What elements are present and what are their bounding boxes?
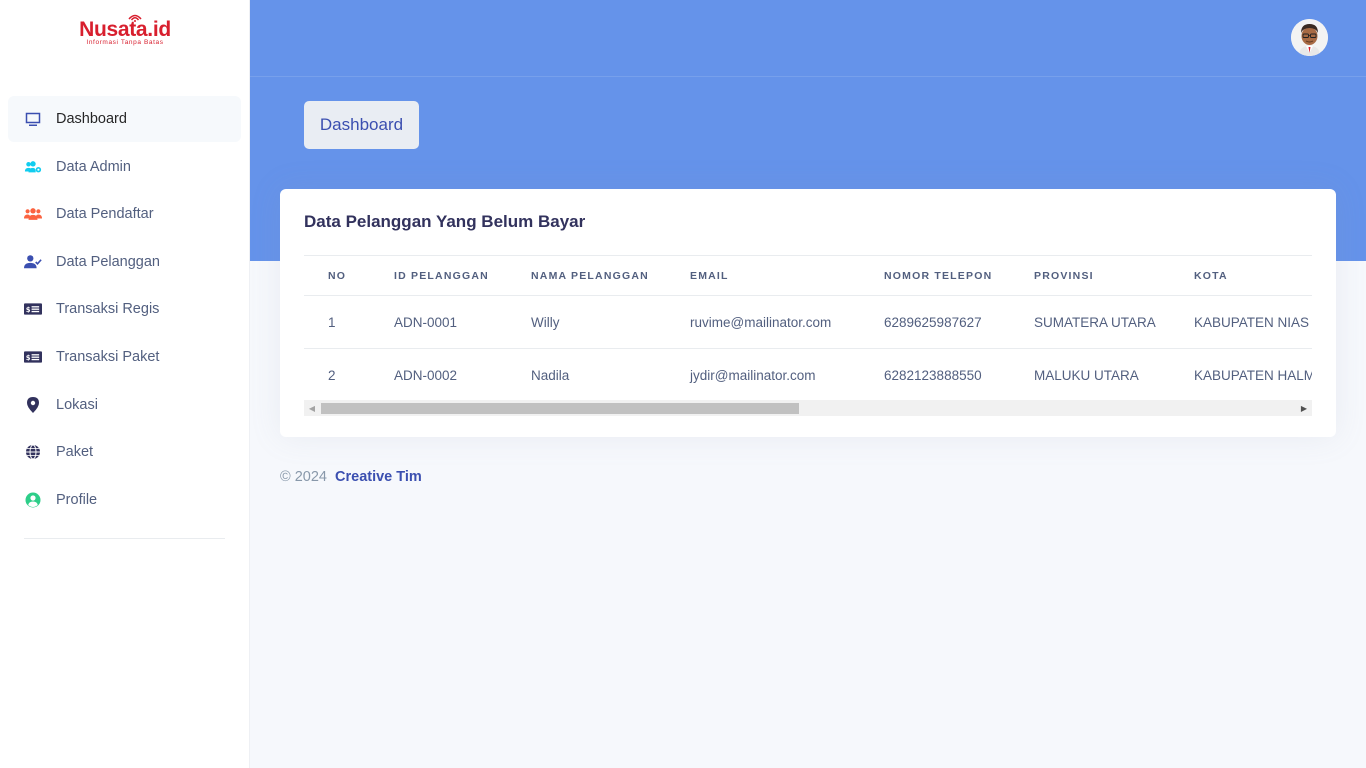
- brand-name: Nusata.id: [79, 18, 171, 41]
- map-pin-icon: [24, 396, 42, 414]
- sidebar-item-dashboard[interactable]: Dashboard: [8, 96, 241, 142]
- breadcrumb-dashboard-button[interactable]: Dashboard: [304, 101, 419, 149]
- money-bill-icon: $: [24, 300, 42, 318]
- globe-icon: [24, 443, 42, 461]
- users-icon: [24, 205, 42, 223]
- cell-nomor-telepon: 6289625987627: [860, 295, 1010, 349]
- table-row: 1 ADN-0001 Willy ruvime@mailinator.com 6…: [304, 295, 1312, 349]
- horizontal-scrollbar[interactable]: ◀ ▶: [304, 400, 1312, 416]
- avatar[interactable]: [1291, 19, 1328, 56]
- column-header-provinsi: PROVINSI: [1010, 255, 1170, 296]
- cell-no: 1: [304, 295, 370, 349]
- cell-kota: KABUPATEN NIAS: [1170, 295, 1312, 349]
- scroll-right-icon[interactable]: ▶: [1296, 400, 1312, 416]
- sidebar-divider: [24, 538, 225, 539]
- column-header-nomor-telepon: NOMOR TELEPON: [860, 255, 1010, 296]
- cell-email: ruvime@mailinator.com: [666, 295, 860, 349]
- sidebar: Nusata.id Informasi Tanpa Batas Dashboar…: [0, 0, 250, 768]
- sidebar-item-label: Transaksi Regis: [56, 301, 160, 318]
- table-header-row: NO ID PELANGGAN NAMA PELANGGAN EMAIL NOM…: [304, 255, 1312, 296]
- sidebar-item-data-admin[interactable]: Data Admin: [8, 144, 241, 190]
- sidebar-nav: Dashboard Data Admin Data Pendaftar Data…: [8, 96, 241, 524]
- scroll-left-icon[interactable]: ◀: [304, 400, 320, 416]
- sidebar-item-label: Dashboard: [56, 111, 127, 127]
- header-divider: [250, 76, 1366, 77]
- sidebar-item-label: Data Admin: [56, 158, 131, 175]
- sidebar-item-transaksi-paket[interactable]: $ Transaksi Paket: [8, 334, 241, 380]
- cell-id-pelanggan: ADN-0002: [370, 348, 507, 400]
- scrollbar-thumb[interactable]: [321, 403, 799, 414]
- sidebar-item-label: Paket: [56, 444, 94, 461]
- cell-provinsi: SUMATERA UTARA: [1010, 295, 1170, 349]
- column-header-no: NO: [304, 255, 370, 296]
- unpaid-customers-table: NO ID PELANGGAN NAMA PELANGGAN EMAIL NOM…: [304, 255, 1312, 400]
- sidebar-item-label: Transaksi Paket: [56, 348, 160, 365]
- sidebar-item-profile[interactable]: Profile: [8, 477, 241, 523]
- cell-no: 2: [304, 348, 370, 400]
- cell-kota: KABUPATEN HALMAHERA: [1170, 348, 1312, 400]
- svg-text:$: $: [26, 306, 31, 314]
- svg-text:$: $: [26, 354, 31, 362]
- sidebar-item-data-pendaftar[interactable]: Data Pendaftar: [8, 191, 241, 237]
- user-avatar-icon: [1291, 19, 1328, 56]
- footer-copyright: © 2024: [280, 469, 327, 485]
- unpaid-customers-card: Data Pelanggan Yang Belum Bayar NO ID PE…: [280, 189, 1336, 437]
- footer: © 2024 Creative Tim: [280, 469, 422, 485]
- sidebar-item-lokasi[interactable]: Lokasi: [8, 382, 241, 428]
- sidebar-item-label: Lokasi: [56, 396, 98, 413]
- cell-id-pelanggan: ADN-0001: [370, 295, 507, 349]
- sidebar-item-data-pelanggan[interactable]: Data Pelanggan: [8, 239, 241, 285]
- cell-nomor-telepon: 6282123888550: [860, 348, 1010, 400]
- table-row: 2 ADN-0002 Nadila jydir@mailinator.com 6…: [304, 348, 1312, 400]
- column-header-email: EMAIL: [666, 255, 860, 296]
- card-title: Data Pelanggan Yang Belum Bayar: [304, 212, 586, 231]
- sidebar-item-label: Profile: [56, 491, 98, 508]
- brand-logo[interactable]: Nusata.id Informasi Tanpa Batas: [0, 14, 250, 46]
- user-circle-icon: [24, 491, 42, 509]
- user-check-icon: [24, 253, 42, 271]
- cell-nama-pelanggan: Willy: [507, 295, 666, 349]
- sidebar-item-transaksi-regis[interactable]: $ Transaksi Regis: [8, 286, 241, 332]
- column-header-nama-pelanggan: NAMA PELANGGAN: [507, 255, 666, 296]
- cell-provinsi: MALUKU UTARA: [1010, 348, 1170, 400]
- table-container[interactable]: NO ID PELANGGAN NAMA PELANGGAN EMAIL NOM…: [304, 255, 1312, 400]
- cell-nama-pelanggan: Nadila: [507, 348, 666, 400]
- wifi-icon: [128, 14, 142, 22]
- cell-email: jydir@mailinator.com: [666, 348, 860, 400]
- sidebar-item-label: Data Pendaftar: [56, 206, 154, 223]
- monitor-icon: [24, 110, 42, 128]
- footer-creative-tim-link[interactable]: Creative Tim: [335, 469, 422, 485]
- column-header-id-pelanggan: ID PELANGGAN: [370, 255, 507, 296]
- money-bill-icon: $: [24, 348, 42, 366]
- users-cog-icon: [24, 158, 42, 176]
- sidebar-item-label: Data Pelanggan: [56, 253, 160, 270]
- sidebar-item-paket[interactable]: Paket: [8, 429, 241, 475]
- column-header-kota: KOTA: [1170, 255, 1312, 296]
